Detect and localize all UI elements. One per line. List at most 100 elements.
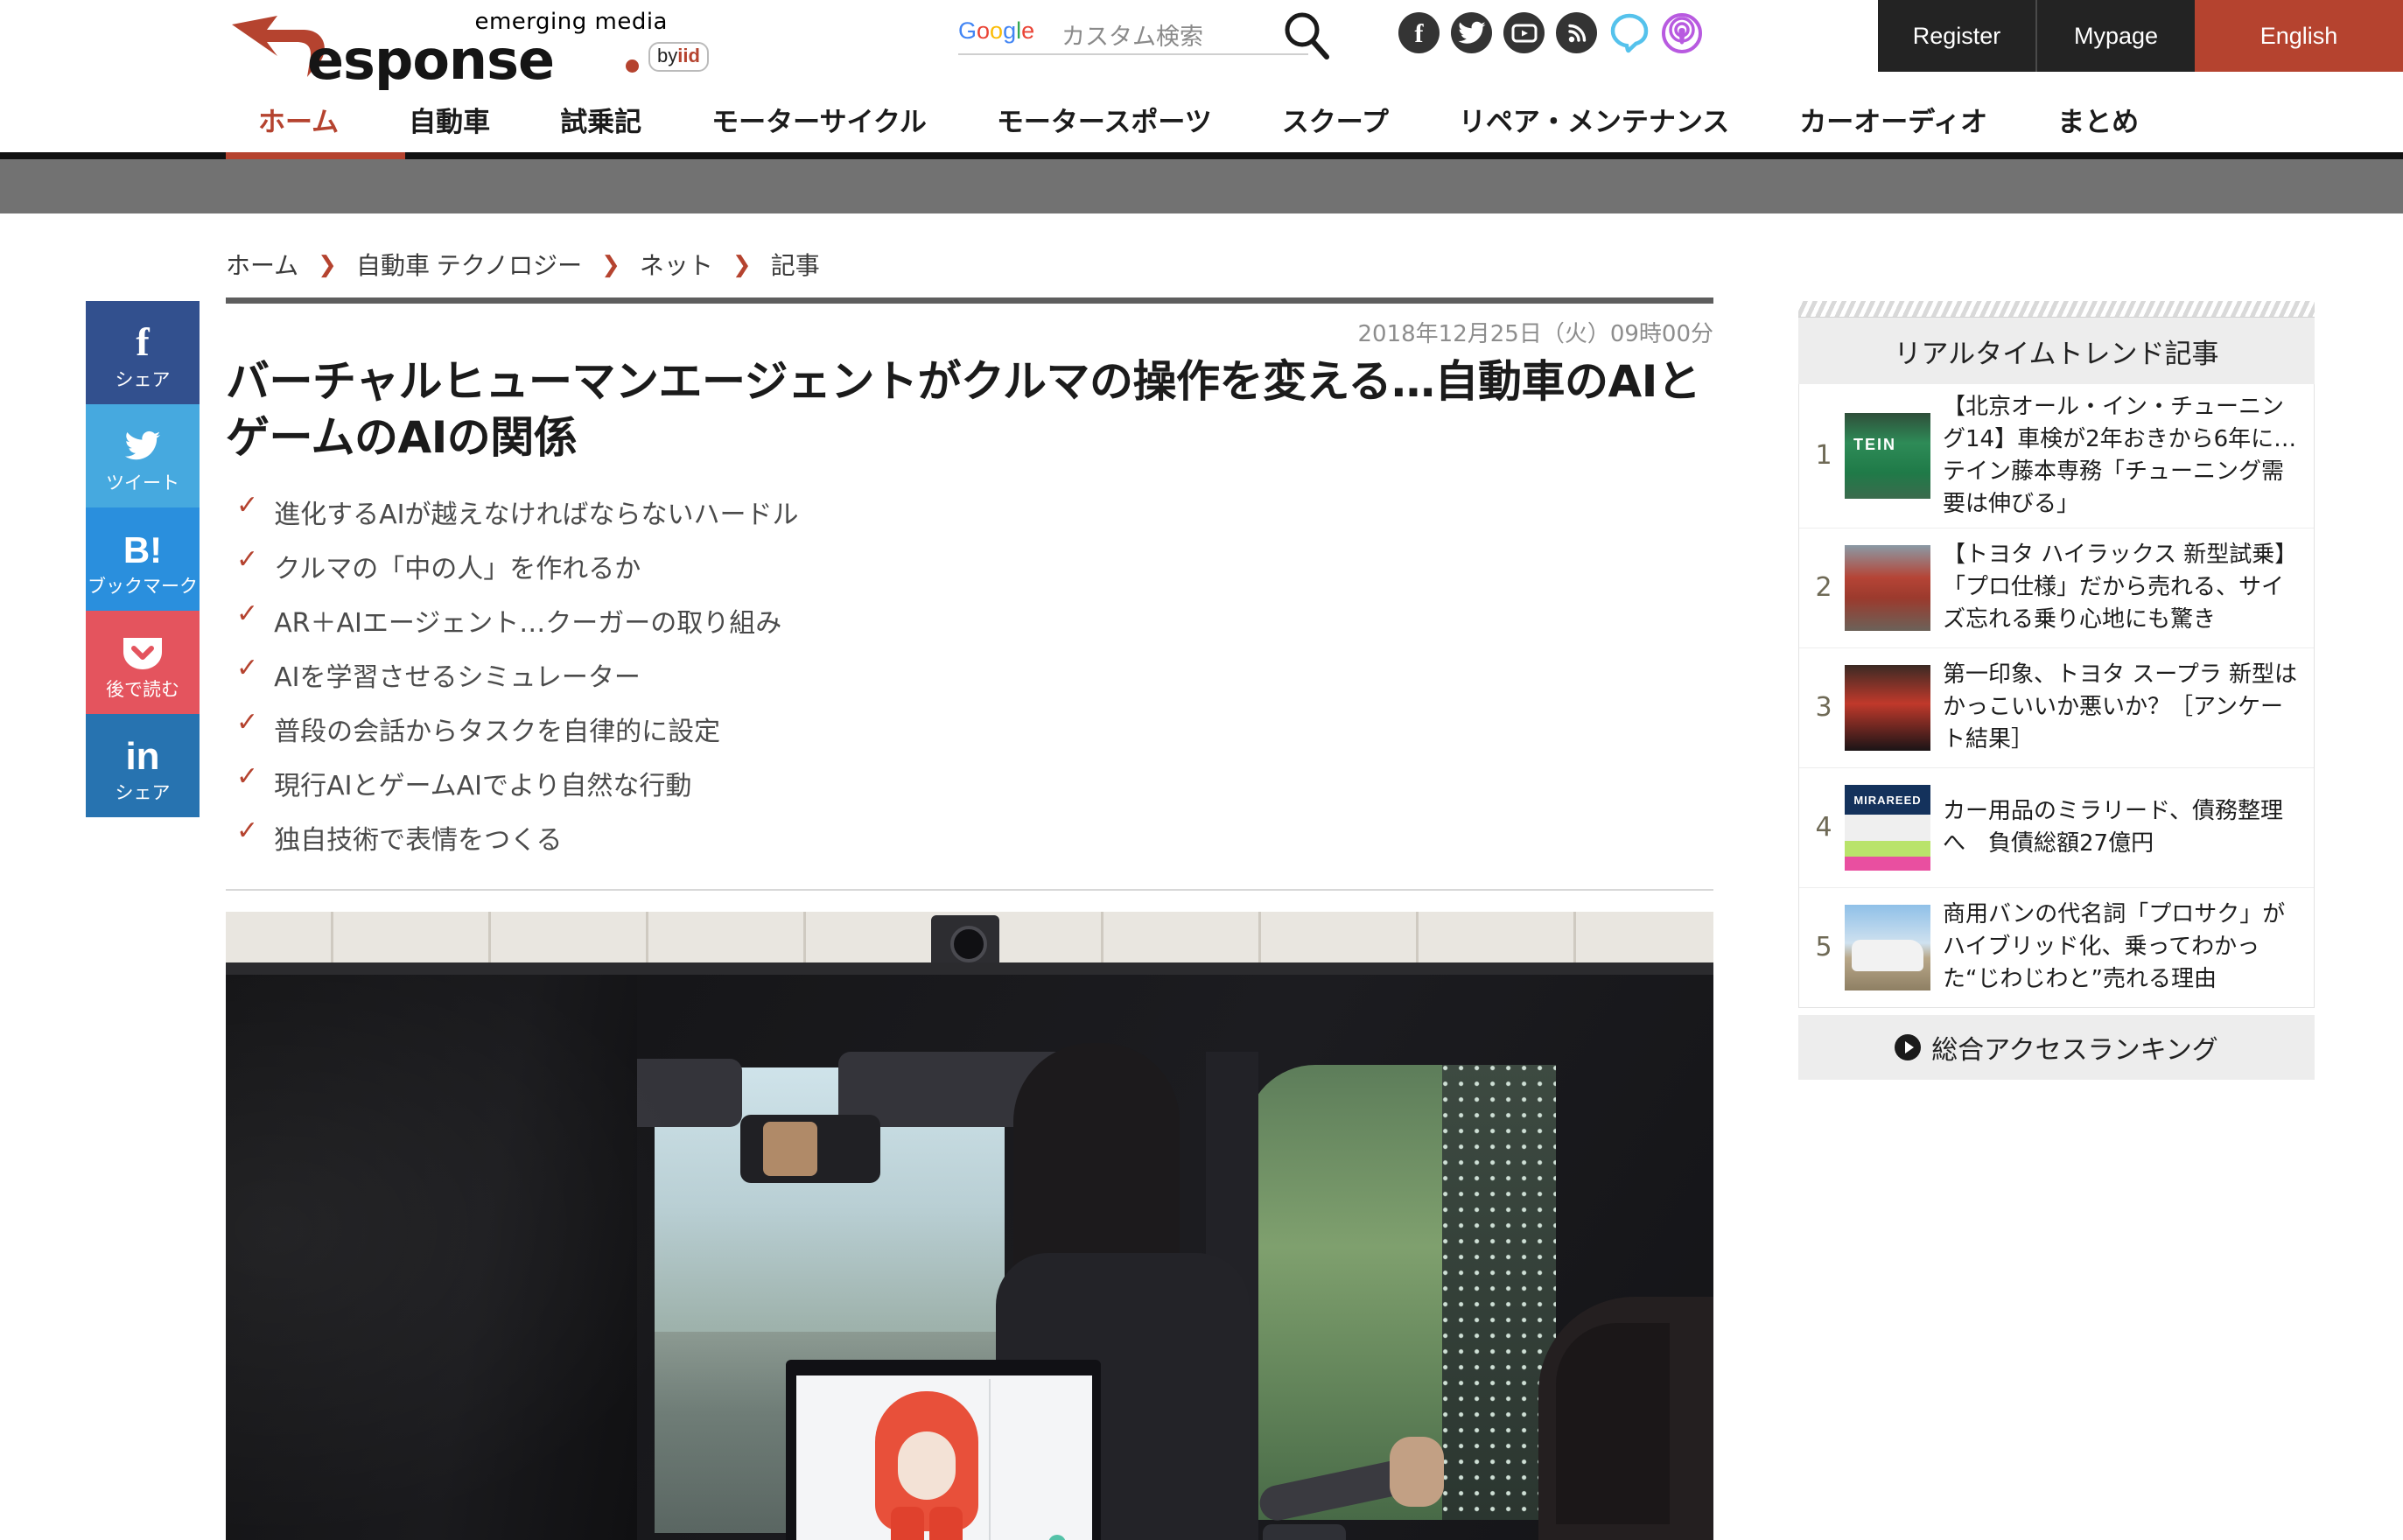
- svg-text:in: in: [125, 735, 159, 778]
- svg-text:f: f: [1415, 19, 1425, 48]
- gray-banner-strip: [0, 159, 2403, 214]
- thumbnail: MIRAREED: [1845, 785, 1930, 871]
- breadcrumb-item-0[interactable]: ホーム: [226, 247, 298, 282]
- thumbnail: [1845, 665, 1930, 751]
- nav-active-indicator: [226, 152, 405, 159]
- sidebar-title: リアルタイムトレンド記事: [1798, 318, 2315, 384]
- sidebar-footer-label: 総合アクセスランキング: [1931, 1028, 2218, 1067]
- breadcrumb: ホーム ❯ 自動車 テクノロジー ❯ ネット ❯ 記事: [226, 247, 820, 282]
- page-root: emerging media esponse byiid Google カスタム…: [0, 0, 2403, 1477]
- overall-access-ranking-link[interactable]: 総合アクセスランキング: [1798, 1015, 2315, 1080]
- nav-item-motorsports[interactable]: モータースポーツ: [962, 100, 1247, 139]
- thumbnail: [1845, 905, 1930, 990]
- trend-article-title[interactable]: 商用バンの代名詞「プロサク」がハイブリッド化、乗ってわかった“じわじわと”売れる…: [1943, 899, 2305, 996]
- index-label: 現行AIとゲームAIでより自然な行動: [274, 764, 691, 802]
- play-circle-icon: [1895, 1034, 1921, 1060]
- search-input[interactable]: [958, 14, 1308, 55]
- trend-article-title[interactable]: 【トヨタ ハイラックス 新型試乗】「プロ仕様」だから売れる、サイズ忘れる乗り心地…: [1943, 539, 2305, 636]
- nav-item-home[interactable]: ホーム: [223, 100, 374, 139]
- article: 2018年12月25日（火）09時00分 バーチャルヒューマンエージェントがクル…: [226, 298, 1713, 1540]
- rank-number: 1: [1803, 440, 1845, 471]
- linkedin-share-button[interactable]: in シェア: [86, 714, 200, 817]
- list-item[interactable]: ✓ クルマの「中の人」を作れるか: [226, 539, 1713, 593]
- breadcrumb-item-3[interactable]: 記事: [771, 247, 820, 282]
- nav-item-scoop[interactable]: スクープ: [1247, 100, 1424, 139]
- check-icon: ✓: [236, 764, 258, 790]
- site-header: emerging media esponse byiid Google カスタム…: [0, 0, 2403, 159]
- register-button[interactable]: Register: [1878, 0, 2035, 72]
- breadcrumb-item-1[interactable]: 自動車 テクノロジー: [356, 247, 582, 282]
- twitter-icon: [121, 420, 165, 472]
- search-icon[interactable]: [1279, 9, 1334, 63]
- check-icon: ✓: [236, 547, 258, 573]
- logo-wordmark: esponse: [307, 28, 554, 92]
- table-row[interactable]: 1 【北京オール・イン・チューニング14】車検が2年おきから6年に…テイン藤本専…: [1799, 384, 2314, 528]
- nav-item-repair[interactable]: リペア・メンテナンス: [1424, 100, 1764, 139]
- index-label: 独自技術で表情をつくる: [274, 818, 562, 857]
- breadcrumb-item-2[interactable]: ネット: [640, 247, 713, 282]
- article-top-rule: [226, 298, 1713, 304]
- table-row[interactable]: 5 商用バンの代名詞「プロサク」がハイブリッド化、乗ってわかった“じわじわと”売…: [1799, 888, 2314, 1007]
- english-button[interactable]: English: [2195, 0, 2403, 72]
- hatena-bookmark-button[interactable]: B! ブックマーク: [86, 508, 200, 611]
- svg-text:B!: B!: [123, 529, 162, 570]
- index-label: 普段の会話からタスクを自律的に設定: [274, 710, 720, 748]
- table-row[interactable]: 4 MIRAREED カー用品のミラリード、債務整理へ 負債総額27億円: [1799, 768, 2314, 888]
- check-icon: ✓: [236, 710, 258, 736]
- list-item[interactable]: ✓AIを学習させるシミュレーター: [226, 648, 1713, 702]
- thumbnail: [1845, 545, 1930, 631]
- rss-icon[interactable]: [1556, 12, 1597, 53]
- rank-number: 5: [1803, 932, 1845, 962]
- trend-article-title[interactable]: 【北京オール・イン・チューニング14】車検が2年おきから6年に…テイン藤本専務「…: [1943, 391, 2305, 521]
- share-label: ブックマーク: [88, 578, 198, 596]
- site-logo[interactable]: emerging media esponse byiid: [223, 5, 722, 79]
- mypage-button[interactable]: Mypage: [2035, 0, 2195, 72]
- podcast-icon[interactable]: [1661, 12, 1702, 53]
- logo-byline: byiid: [648, 42, 709, 72]
- nav-underline: [0, 152, 2403, 159]
- index-label: クルマの「中の人」を作れるか: [274, 547, 641, 585]
- pocket-icon: [120, 626, 165, 679]
- article-bottom-rule: [226, 889, 1713, 891]
- trend-article-title[interactable]: 第一印象、トヨタ スープラ 新型はかっこいいか悪いか？［アンケート結果］: [1943, 659, 2305, 756]
- line-icon[interactable]: [1608, 12, 1650, 53]
- header-social-list: f: [1398, 12, 1702, 53]
- rank-number: 2: [1803, 572, 1845, 603]
- linkedin-icon: in: [118, 730, 167, 782]
- nav-item-caraudio[interactable]: カーオーディオ: [1764, 100, 2022, 139]
- article-index-list: ✓進化するAIが越えなければならないハードル ✓ クルマの「中の人」を作れるか ✓…: [226, 485, 1713, 864]
- nav-item-matome[interactable]: まとめ: [2022, 100, 2174, 139]
- breadcrumb-separator-icon: ❯: [318, 251, 337, 278]
- facebook-icon[interactable]: f: [1398, 12, 1440, 53]
- header-buttons: Register Mypage English: [1878, 0, 2403, 72]
- twitter-icon[interactable]: [1451, 12, 1492, 53]
- search-box[interactable]: Google カスタム検索: [958, 14, 1308, 55]
- facebook-icon: f: [130, 317, 156, 369]
- breadcrumb-separator-icon: ❯: [601, 251, 620, 278]
- list-item[interactable]: ✓ 独自技術で表情をつくる: [226, 810, 1713, 864]
- check-icon: ✓: [236, 601, 258, 627]
- check-icon: ✓: [236, 818, 258, 844]
- index-label: AIを学習させるシミュレーター: [274, 655, 641, 694]
- rank-number: 3: [1803, 692, 1845, 723]
- hatena-icon: B!: [116, 523, 169, 576]
- check-icon: ✓: [236, 493, 258, 519]
- list-item[interactable]: ✓進化するAIが越えなければならないハードル: [226, 485, 1713, 539]
- table-row[interactable]: 3 第一印象、トヨタ スープラ 新型はかっこいいか悪いか？［アンケート結果］: [1799, 648, 2314, 768]
- page-title: バーチャルヒューマンエージェントがクルマの操作を変える…自動車のAIとゲームのA…: [226, 354, 1713, 466]
- list-item[interactable]: ✓ 普段の会話からタスクを自律的に設定: [226, 702, 1713, 756]
- logo-dot: [626, 60, 639, 73]
- thumbnail: [1845, 413, 1930, 499]
- facebook-share-button[interactable]: f シェア: [86, 301, 200, 404]
- pocket-save-button[interactable]: 後で読む: [86, 611, 200, 714]
- index-label: AR＋AIエージェント…クーガーの取り組み: [274, 601, 781, 640]
- twitter-share-button[interactable]: ツイート: [86, 404, 200, 508]
- table-row[interactable]: 2 【トヨタ ハイラックス 新型試乗】「プロ仕様」だから売れる、サイズ忘れる乗り…: [1799, 528, 2314, 648]
- nav-item-testdrive[interactable]: 試乗記: [525, 100, 676, 139]
- nav-item-motorcycle[interactable]: モーターサイクル: [676, 100, 962, 139]
- trend-article-title[interactable]: カー用品のミラリード、債務整理へ 負債総額27億円: [1943, 795, 2305, 860]
- list-item[interactable]: ✓ 現行AIとゲームAIでより自然な行動: [226, 756, 1713, 810]
- youtube-icon[interactable]: [1503, 12, 1545, 53]
- nav-item-car[interactable]: 自動車: [374, 100, 525, 139]
- list-item[interactable]: ✓ AR＋AIエージェント…クーガーの取り組み: [226, 593, 1713, 648]
